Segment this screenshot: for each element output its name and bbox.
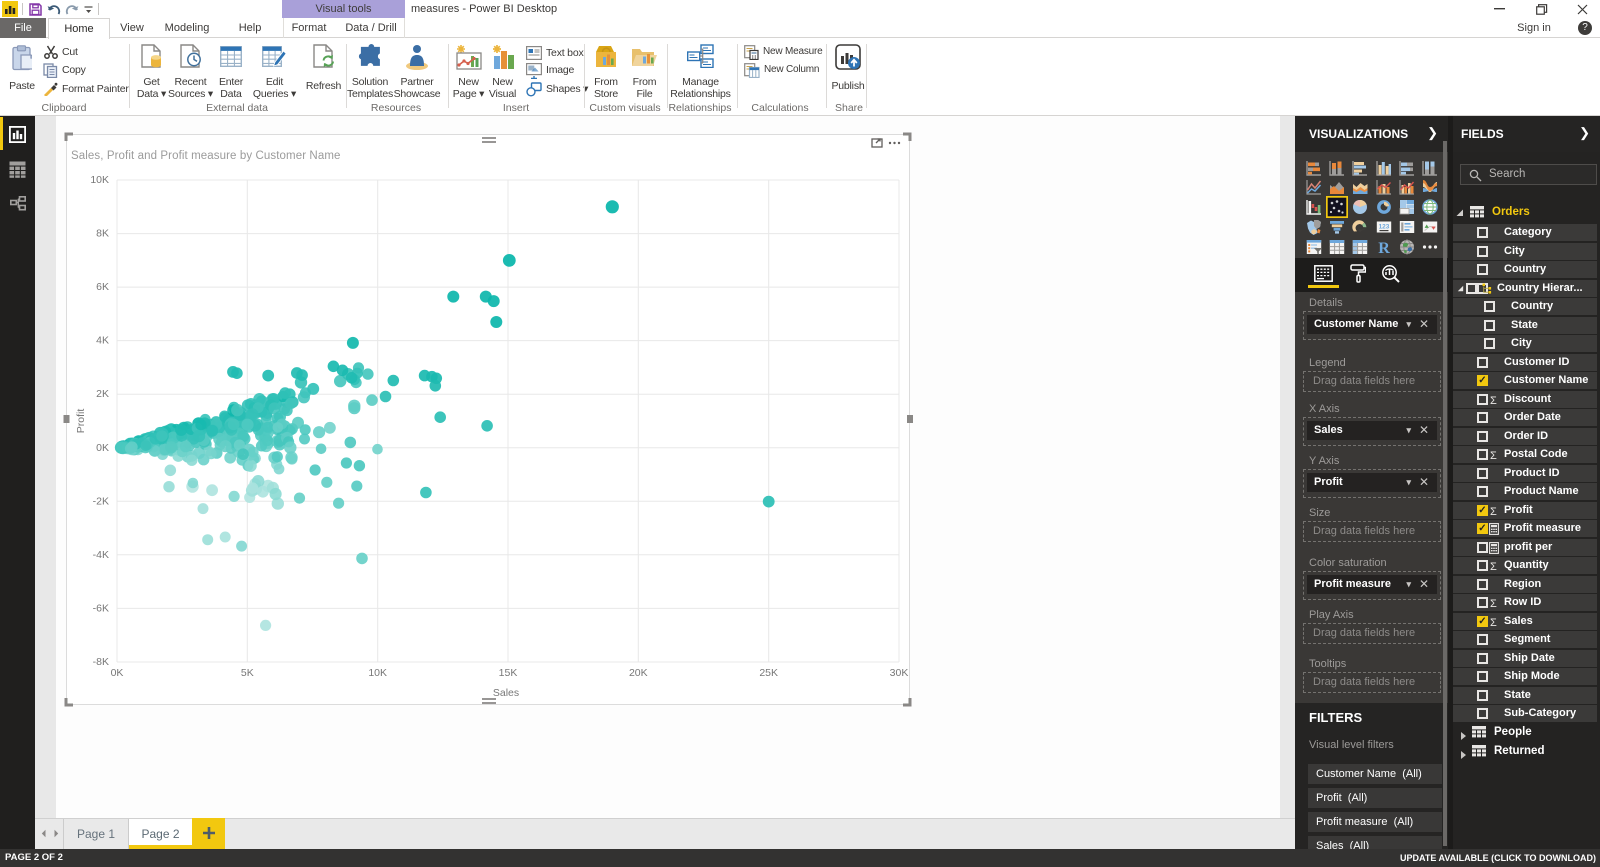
svg-text:123: 123 <box>1379 224 1390 231</box>
svg-text:R: R <box>1378 240 1390 255</box>
